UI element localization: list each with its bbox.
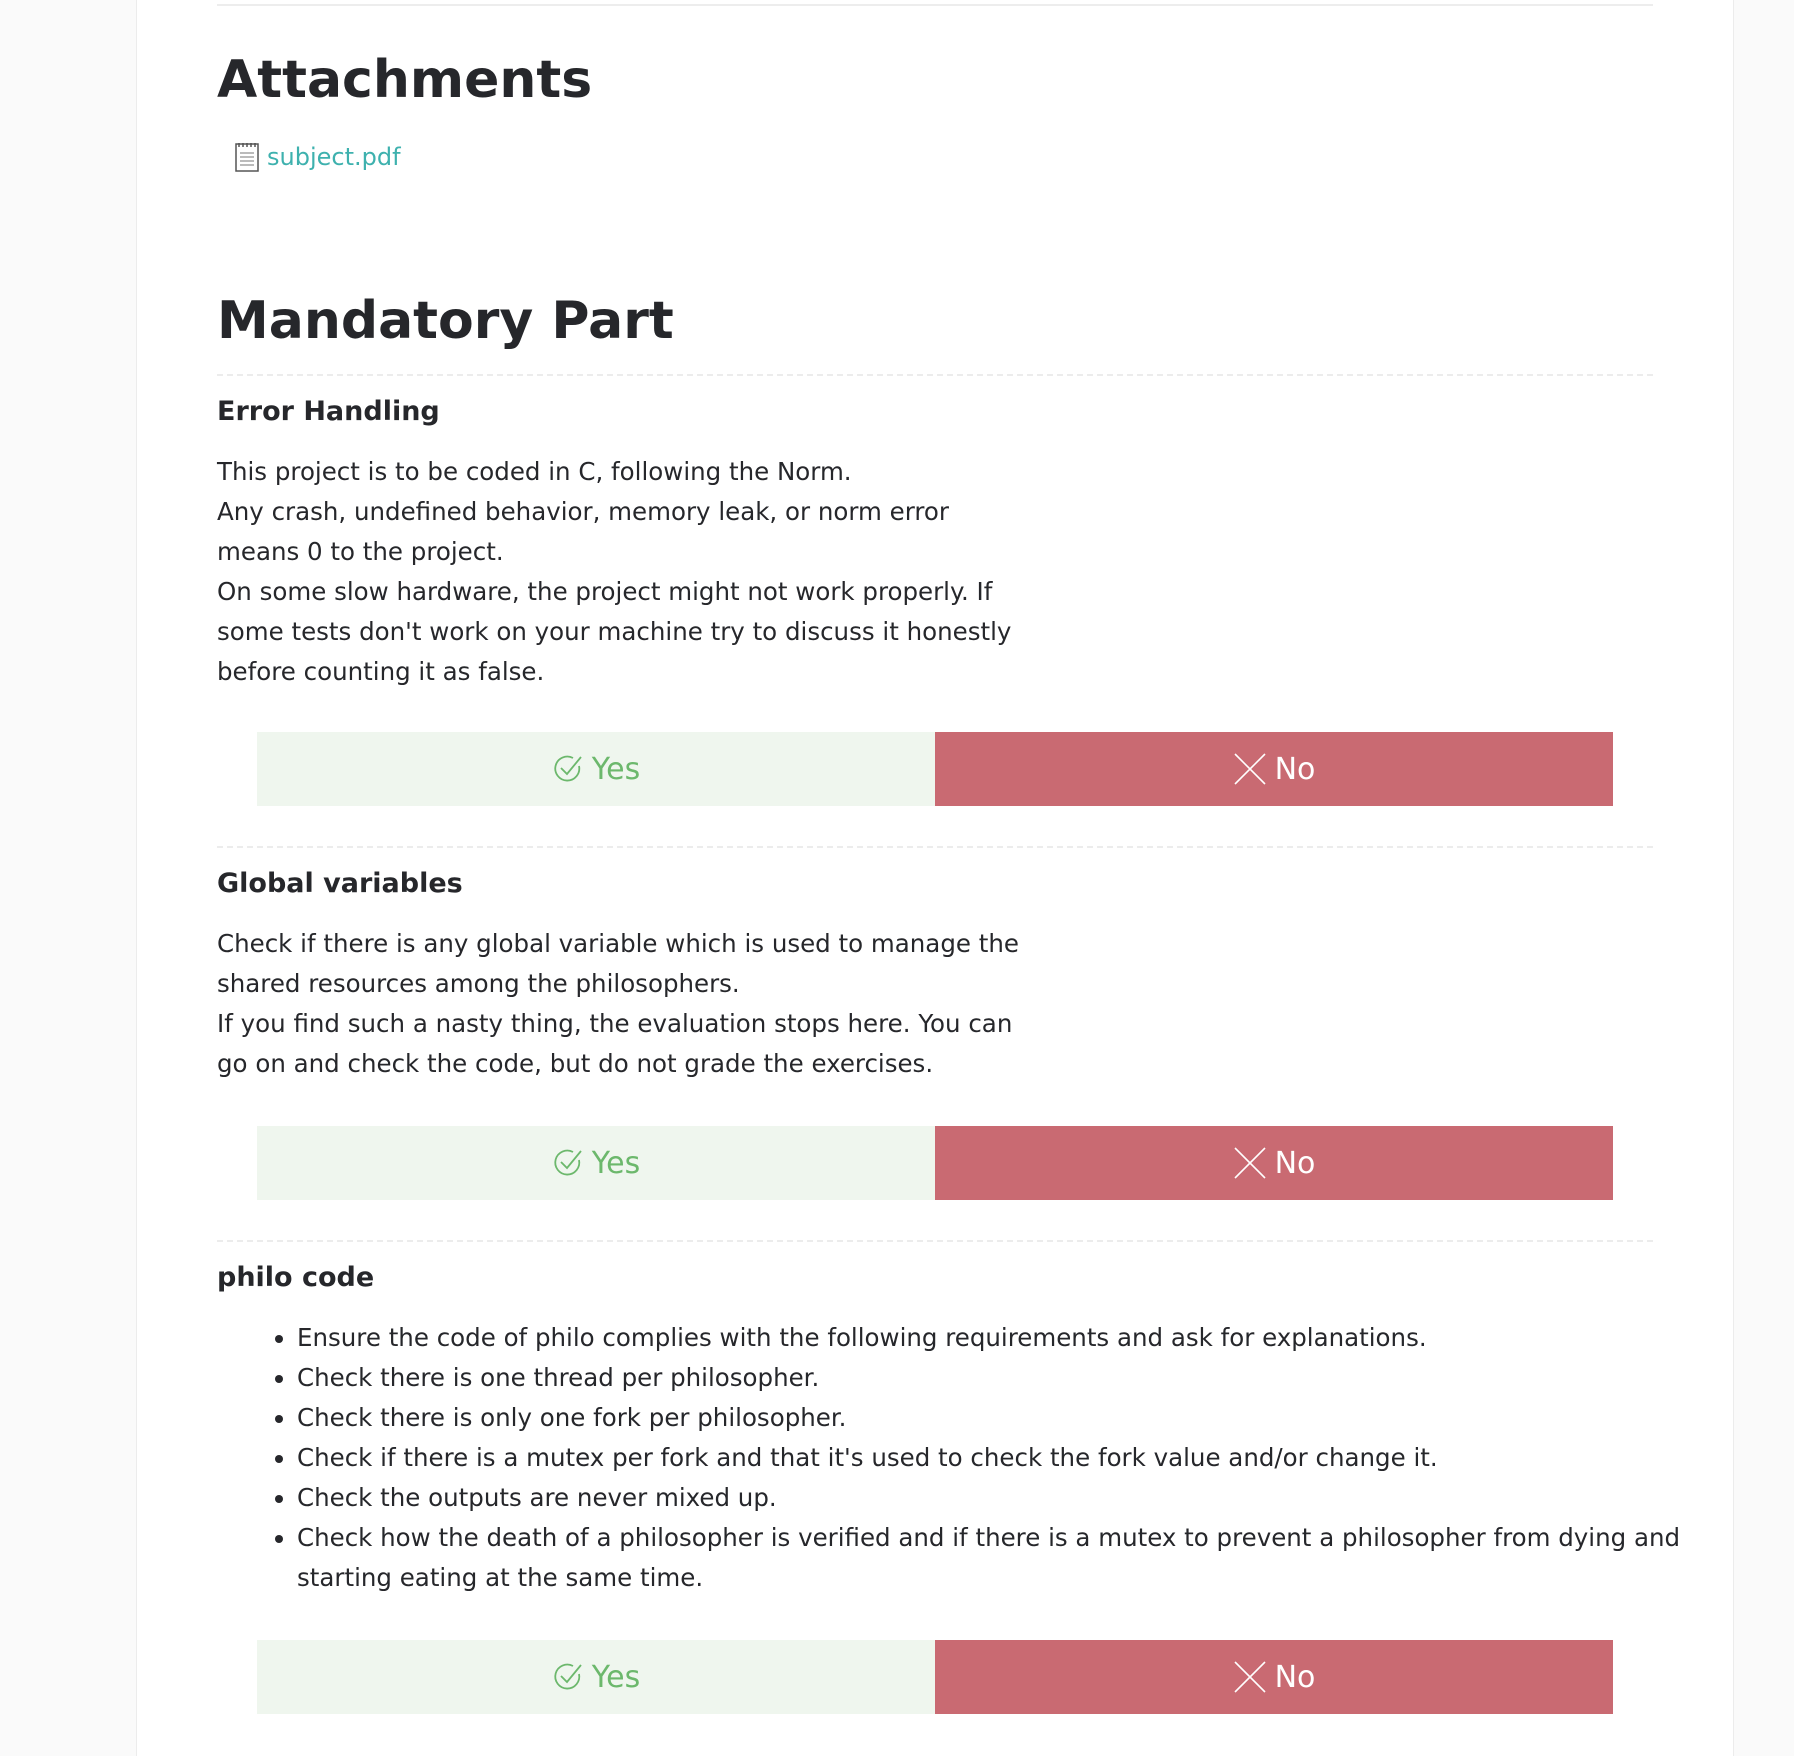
yes-button[interactable]: Yes [257,1126,935,1200]
list-item: Check there is only one fork per philoso… [297,1398,1697,1438]
section-description: This project is to be coded in C, follow… [217,452,1037,692]
description-line: Check if there is any global variable wh… [217,929,1019,998]
list-item: Check there is one thread per philosophe… [297,1358,1697,1398]
answer-buttons: Yes No [257,1640,1613,1714]
description-line: On some slow hardware, the project might… [217,577,1012,686]
yes-button[interactable]: Yes [257,732,935,806]
close-icon [1234,753,1266,785]
check-circle-icon [554,755,582,782]
no-label: No [1274,751,1316,787]
document-icon [235,143,259,172]
section-title: Error Handling [217,396,440,427]
section-title: Global variables [217,868,463,899]
close-icon [1234,1147,1266,1179]
section-global-variables: Global variables Check if there is any g… [217,846,1653,1240]
check-circle-icon [554,1149,582,1176]
check-circle-icon [554,1663,582,1690]
top-divider [217,4,1653,6]
attachment-item[interactable]: subject.pdf [233,141,401,173]
yes-button[interactable]: Yes [257,1640,935,1714]
description-line: Any crash, undefined behavior, memory le… [217,497,949,566]
requirements-list: Ensure the code of philo complies with t… [217,1318,1697,1598]
no-label: No [1274,1659,1316,1695]
attachment-link[interactable]: subject.pdf [267,143,401,171]
no-label: No [1274,1145,1316,1181]
answer-buttons: Yes No [257,732,1613,806]
evaluation-page: Attachments subject.pdf Mandatory Part E… [136,0,1734,1756]
list-item: Check how the death of a philosopher is … [297,1518,1697,1598]
list-item: Check if there is a mutex per fork and t… [297,1438,1697,1478]
mandatory-part-heading: Mandatory Part [217,291,674,351]
yes-label: Yes [591,1659,641,1695]
answer-buttons: Yes No [257,1126,1613,1200]
section-description: Check if there is any global variable wh… [217,924,1037,1084]
section-error-handling: Error Handling This project is to be cod… [217,374,1653,846]
attachments-heading: Attachments [217,50,593,110]
section-title: philo code [217,1262,375,1293]
section-philo-code: philo code Ensure the code of philo comp… [217,1240,1680,1756]
no-button[interactable]: No [935,1640,1613,1714]
yes-label: Yes [591,1145,641,1181]
close-icon [1234,1661,1266,1693]
description-line: If you find such a nasty thing, the eval… [217,1009,1013,1078]
yes-label: Yes [591,751,641,787]
no-button[interactable]: No [935,732,1613,806]
no-button[interactable]: No [935,1126,1613,1200]
list-item: Ensure the code of philo complies with t… [297,1318,1697,1358]
list-item: Check the outputs are never mixed up. [297,1478,1697,1518]
description-line: This project is to be coded in C, follow… [217,457,852,486]
